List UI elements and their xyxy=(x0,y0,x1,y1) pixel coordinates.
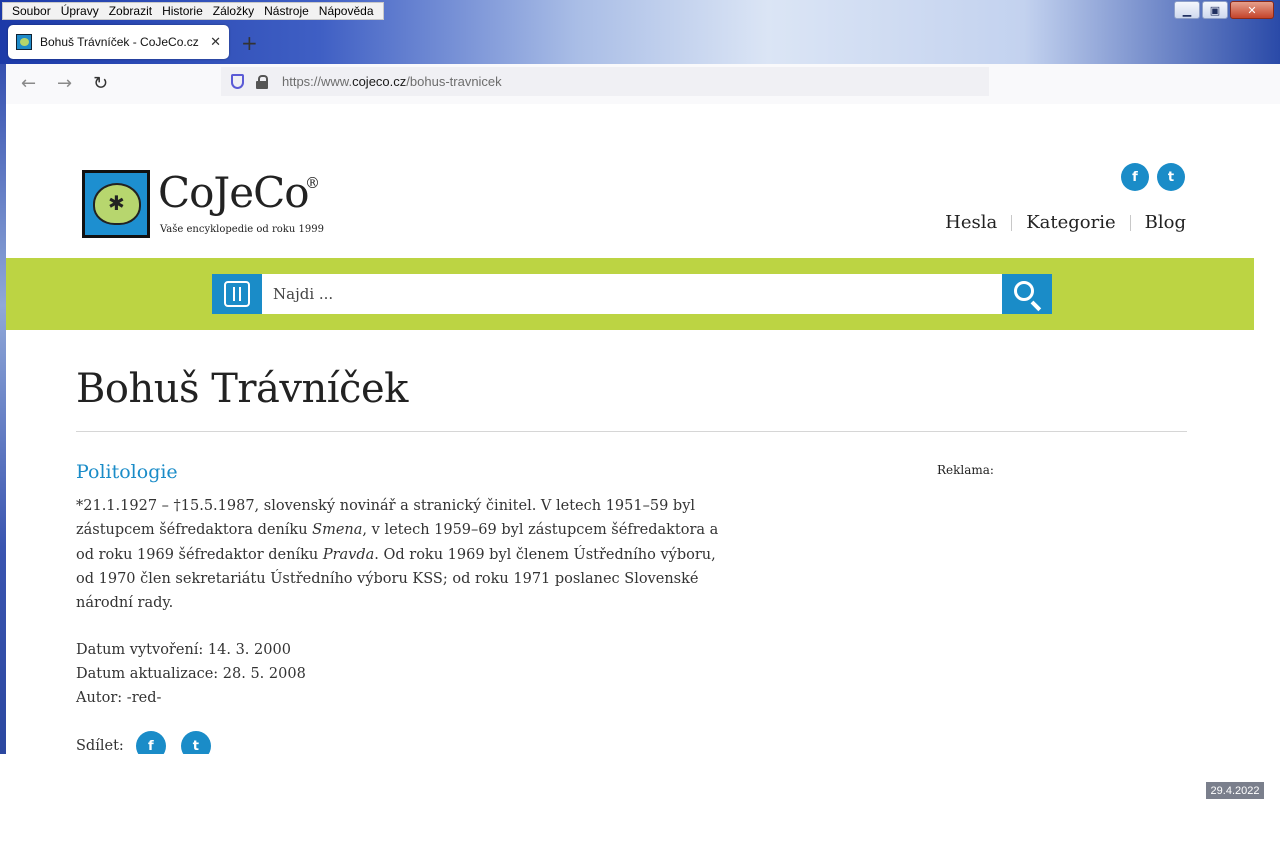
menu-upravy[interactable]: Úpravy xyxy=(56,3,104,19)
category-link[interactable]: Politologie xyxy=(76,461,178,483)
search-input[interactable] xyxy=(262,274,1002,314)
url-path: /bohus-travnicek xyxy=(406,74,502,89)
author: Autor: -red- xyxy=(76,690,162,706)
site-logo[interactable]: CoJeCo ® Vaše encyklopedie od roku 1999 xyxy=(82,168,324,240)
body-emphasis-smena: Smena xyxy=(312,522,363,539)
search-icon xyxy=(1014,281,1034,301)
share-twitter-icon[interactable]: t xyxy=(180,731,211,754)
tab-close-icon[interactable]: ✕ xyxy=(210,35,221,50)
window-controls: ▁ ▣ ✕ xyxy=(1174,1,1274,19)
close-window-button[interactable]: ✕ xyxy=(1230,1,1274,19)
back-arrow-icon[interactable]: ← xyxy=(21,73,36,94)
menu-soubor[interactable]: Soubor xyxy=(7,3,56,19)
new-tab-button[interactable]: + xyxy=(241,31,258,55)
nav-kategorie[interactable]: Kategorie xyxy=(1012,212,1129,233)
body-emphasis-pravda: Pravda xyxy=(322,546,375,563)
url-text[interactable]: https://www.cojeco.cz/bohus-travnicek xyxy=(282,74,502,89)
main-nav: Hesla Kategorie Blog xyxy=(931,212,1186,233)
favicon-icon xyxy=(16,34,32,50)
menubar: Soubor Úpravy Zobrazit Historie Záložky … xyxy=(2,2,384,20)
menu-historie[interactable]: Historie xyxy=(157,3,208,19)
shield-icon[interactable] xyxy=(231,74,244,89)
url-prefix: https://www. xyxy=(282,74,353,89)
reload-icon[interactable]: ↻ xyxy=(93,73,108,94)
updated-date: Datum aktualizace: 28. 5. 2008 xyxy=(76,666,306,682)
browser-tab[interactable]: Bohuš Trávníček - CoJeCo.cz ✕ xyxy=(8,25,229,59)
minimize-button[interactable]: ▁ xyxy=(1174,1,1200,19)
nav-hesla[interactable]: Hesla xyxy=(931,212,1011,233)
share-label: Sdílet: xyxy=(76,738,124,754)
apple-logo-icon xyxy=(82,170,150,238)
filter-button[interactable] xyxy=(212,274,262,314)
window-titlebar: Soubor Úpravy Zobrazit Historie Záložky … xyxy=(0,0,1280,64)
nav-blog[interactable]: Blog xyxy=(1131,212,1186,233)
logo-registered: ® xyxy=(305,174,320,192)
twitter-icon[interactable]: t xyxy=(1157,163,1185,191)
logo-name: CoJeCo xyxy=(158,168,310,217)
menu-napoveda[interactable]: Nápověda xyxy=(314,3,379,19)
maximize-button[interactable]: ▣ xyxy=(1202,1,1228,19)
page-title: Bohuš Trávníček xyxy=(76,366,408,412)
menu-nastroje[interactable]: Nástroje xyxy=(259,3,314,19)
sliders-icon xyxy=(224,281,250,307)
navigation-toolbar: ← → ↻ https://www.cojeco.cz/bohus-travni… xyxy=(5,64,1280,104)
search-button[interactable] xyxy=(1002,274,1052,314)
forward-arrow-icon[interactable]: → xyxy=(57,73,72,94)
search-band xyxy=(6,258,1254,330)
title-divider xyxy=(76,431,1187,432)
url-bar[interactable]: https://www.cojeco.cz/bohus-travnicek xyxy=(221,67,989,96)
date-stamp: 29.4.2022 xyxy=(1206,782,1264,799)
article-meta: Datum vytvoření: 14. 3. 2000 Datum aktua… xyxy=(76,638,306,710)
tab-title: Bohuš Trávníček - CoJeCo.cz xyxy=(40,35,199,49)
share-bar: Sdílet: f t xyxy=(76,731,226,754)
created-date: Datum vytvoření: 14. 3. 2000 xyxy=(76,642,291,658)
menu-zobrazit[interactable]: Zobrazit xyxy=(104,3,157,19)
logo-tagline: Vaše encyklopedie od roku 1999 xyxy=(160,224,324,235)
article-body: *21.1.1927 – †15.5.1987, slovenský novin… xyxy=(76,494,726,615)
facebook-icon[interactable]: f xyxy=(1121,163,1149,191)
share-facebook-icon[interactable]: f xyxy=(135,731,166,754)
ad-label: Reklama: xyxy=(937,463,994,477)
web-page: CoJeCo ® Vaše encyklopedie od roku 1999 … xyxy=(6,104,1254,754)
apple-shape xyxy=(93,183,141,225)
url-domain: cojeco.cz xyxy=(352,74,407,89)
menu-zalozky[interactable]: Záložky xyxy=(208,3,259,19)
lock-icon[interactable] xyxy=(256,75,268,89)
